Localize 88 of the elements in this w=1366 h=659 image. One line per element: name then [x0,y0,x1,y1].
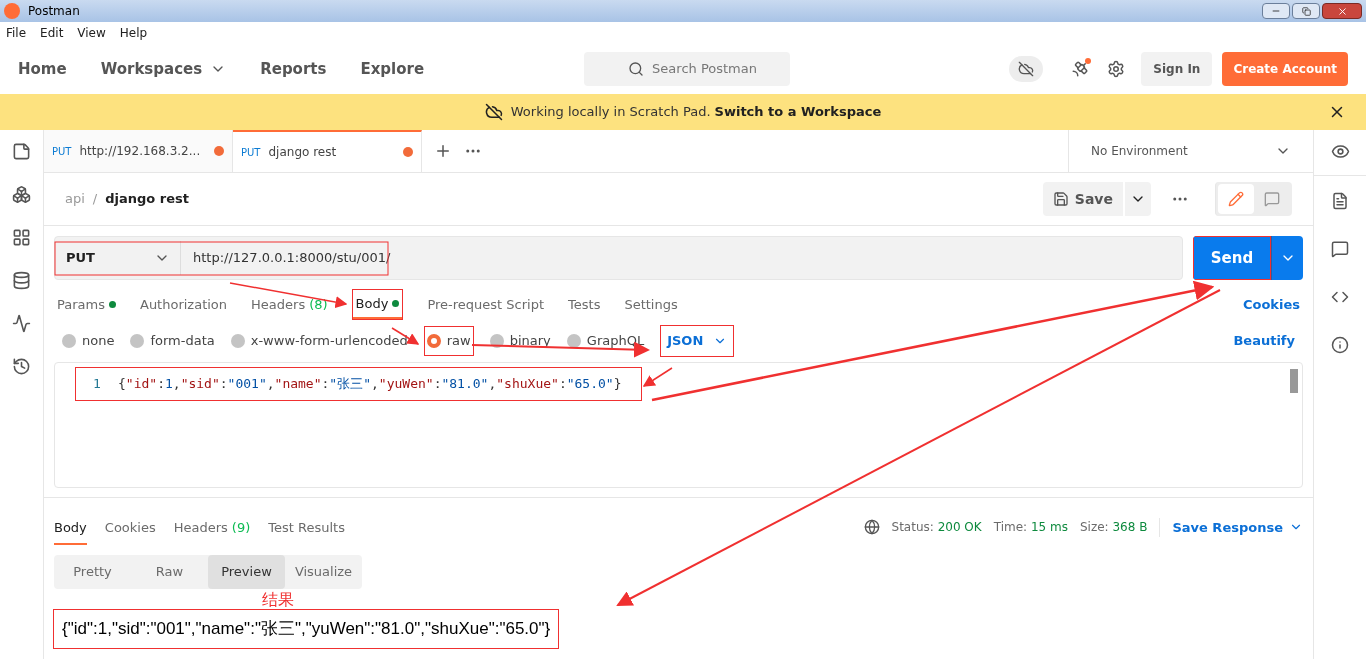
send-dropdown-button[interactable] [1271,236,1303,280]
request-option-tab[interactable]: Headers (8) [251,294,328,320]
body-type-radio[interactable]: none [62,331,115,351]
eye-icon[interactable] [1330,142,1350,161]
restore-icon [1301,6,1311,16]
menu-item[interactable]: Help [119,24,148,42]
nav-item[interactable]: Explore [360,57,425,81]
response-tab[interactable]: Headers (9) [173,517,251,545]
request-option-tab[interactable]: Authorization [140,294,228,320]
nav-item[interactable]: Workspaces [100,57,227,81]
body-type-radio[interactable]: x-www-form-urlencoded [230,331,408,351]
response-stat: Time: 15 ms [993,519,1068,537]
response-stat: Size: 368 B [1079,519,1148,537]
view-mode-button[interactable]: Raw [131,555,208,589]
scrollbar-thumb [1290,369,1298,393]
save-button[interactable]: Save [1042,182,1123,216]
offline-cloud-button[interactable] [1009,56,1044,82]
body-type-radio[interactable]: form-data [130,331,215,351]
request-tab[interactable]: PUT http://192.168.3.2... [44,130,233,172]
settings-icon[interactable] [1107,60,1126,78]
request-option-tab[interactable]: Pre-request Script [427,294,545,320]
search-input[interactable]: Search Postman [652,59,773,79]
edit-mode-button[interactable] [1218,184,1254,214]
document-icon[interactable] [1331,192,1349,210]
code-editor[interactable]: 1 {"id":1,"sid":"001","name":"张三","yuWen":"81.0","shuXue":"65.0"} [54,362,1303,488]
pencil-icon [1228,191,1244,207]
response-tab[interactable]: Cookies [104,517,156,545]
line-number: 1 [92,375,102,394]
close-icon [1336,5,1348,17]
request-option-tab[interactable]: Params [57,294,116,320]
grid-icon[interactable] [12,228,31,247]
banner-text: Working locally in Scratch Pad. [510,103,711,122]
view-mode-button[interactable]: Visualize [285,555,362,589]
breadcrumb-separator: / [92,190,98,209]
annotation-text: 结果 [262,591,295,609]
cloud-off-icon [1018,61,1035,77]
request-option-tab[interactable]: Settings [624,294,678,320]
response-tab[interactable]: Test Results [268,517,345,545]
url-bar[interactable]: PUT http://127.0.0.1:8000/stu/001/ [54,236,1183,280]
comment-icon [1264,191,1280,207]
response-stat: Status: 200 OK [891,519,982,537]
request-tab[interactable]: PUT django rest [233,130,422,172]
minimize-button[interactable] [1262,3,1290,19]
comment-icon[interactable] [1331,240,1349,258]
url-input[interactable]: http://127.0.0.1:8000/stu/001/ [181,241,431,275]
switch-workspace-link[interactable]: Switch to a Workspace [714,102,882,122]
method-select[interactable]: PUT [56,241,181,275]
info-icon[interactable] [1331,336,1349,354]
body-type-radio[interactable]: raw [423,326,474,356]
restore-button[interactable] [1292,3,1320,19]
view-mode-button[interactable]: Preview [208,555,285,589]
view-mode-button[interactable]: Pretty [54,555,131,589]
note-icon[interactable] [12,142,31,161]
cookies-link[interactable]: Cookies [1242,294,1300,320]
search-icon [628,61,645,77]
menu-item[interactable]: Edit [40,24,64,42]
server-icon[interactable] [12,271,31,290]
add-tab-icon[interactable] [434,142,452,160]
environment-select[interactable]: No Environment [1068,130,1313,172]
save-response-button[interactable]: Save Response [1159,517,1303,537]
cubes-icon[interactable] [12,185,31,204]
sign-in-button[interactable]: Sign In [1141,52,1213,86]
satellite-icon [1071,60,1090,78]
body-type-radio[interactable]: GraphQL [566,331,645,351]
code-line: {"id":1,"sid":"001","name":"张三","yuWen":"81.0","shuXue":"65.0"} [118,375,622,394]
offline-cloud-icon [484,103,503,121]
close-button[interactable] [1322,3,1362,19]
app-logo-icon [4,3,20,19]
save-icon [1052,191,1069,207]
menu-item[interactable]: File [6,24,27,42]
response-preview: {"id":1,"sid":"001","name":"张三","yuWen":"81.0","shuXue":"65.0"} [53,609,560,649]
history-icon[interactable] [12,357,31,376]
nav-item[interactable]: Reports [260,57,327,81]
menu-item[interactable]: View [77,24,106,42]
send-button[interactable]: Send [1193,236,1271,280]
response-tab[interactable]: Body [54,517,87,545]
request-name: django rest [105,190,189,209]
nav-item[interactable]: Home [18,57,67,81]
request-option-tab[interactable]: Body [351,288,404,320]
request-option-tab[interactable]: Tests [568,294,601,320]
body-type-radio[interactable]: binary [489,331,551,351]
save-dropdown-button[interactable] [1125,182,1151,216]
format-select[interactable]: JSON [660,325,735,357]
globe-icon[interactable] [863,519,880,536]
window-title: Postman [28,3,80,20]
search-field[interactable]: Search Postman [584,52,791,86]
pulse-icon[interactable] [12,314,31,333]
beautify-link[interactable]: Beautify [1233,331,1295,351]
